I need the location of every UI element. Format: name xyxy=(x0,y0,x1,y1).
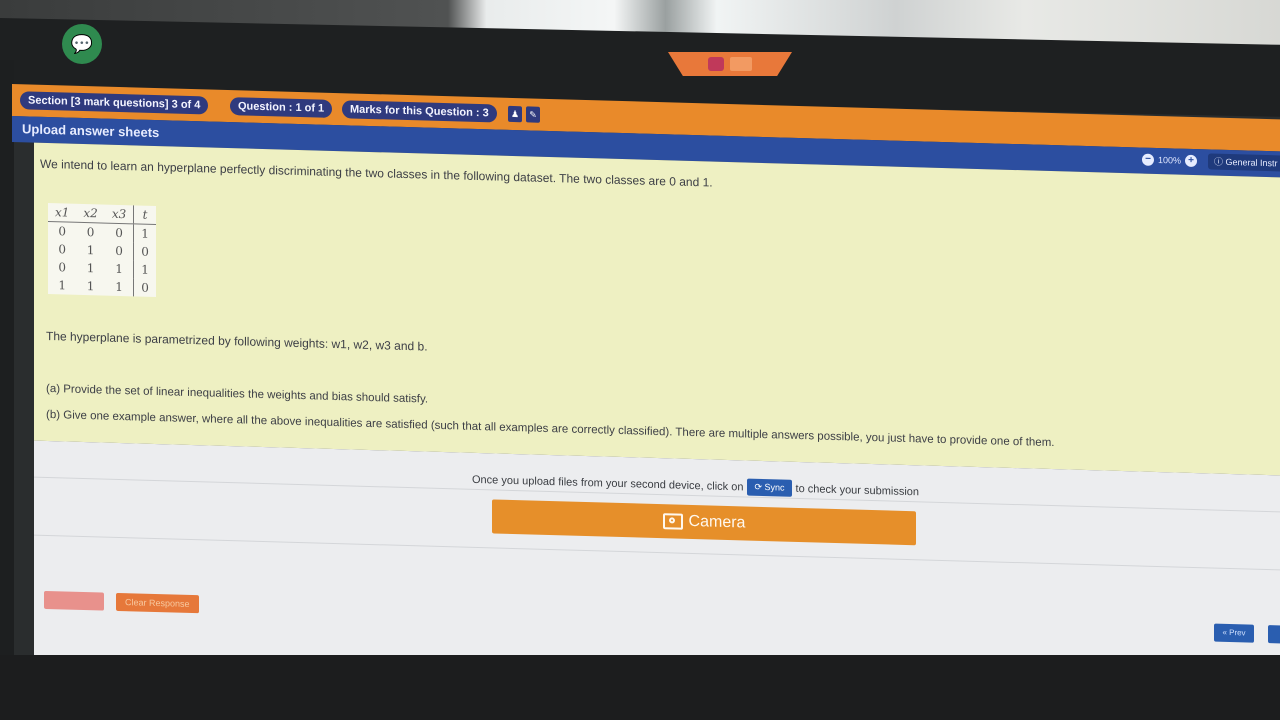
table-cell: 0 xyxy=(86,225,95,240)
monitor-bezel-bottom xyxy=(0,655,1280,720)
general-instructions-label: General Instr xyxy=(1225,156,1278,169)
camera-button[interactable]: Camera xyxy=(492,499,916,546)
mark-for-review-button[interactable] xyxy=(44,590,104,611)
zoom-in-icon[interactable]: + xyxy=(1185,154,1198,168)
sync-text-after: to check your submission xyxy=(795,482,920,498)
dataset-table: x1 x2 x3 t 0 0 0 1 0 1 0 0 0 1 1 1 1 1 1… xyxy=(48,203,156,298)
table-cell: 1 xyxy=(58,278,67,293)
weights-text: The hyperplane is parametrized by follow… xyxy=(46,328,428,354)
table-cell: 0 xyxy=(133,242,156,262)
camera-label: Camera xyxy=(688,512,746,532)
zoom-level: 100% xyxy=(1158,155,1182,166)
question-intro: We intend to learn an hyperplane perfect… xyxy=(40,156,713,190)
section-badge: Section [3 mark questions] 3 of 4 xyxy=(20,91,209,115)
camera-icon xyxy=(662,513,683,530)
table-cell: 0 xyxy=(133,278,156,298)
table-cell: 1 xyxy=(86,261,95,276)
table-cell: 0 xyxy=(115,225,123,241)
panel-title: Upload answer sheets xyxy=(22,121,160,141)
sync-button[interactable]: ⟳ Sync xyxy=(747,478,792,497)
zoom-control: − 100% + xyxy=(1142,153,1198,168)
prev-button[interactable]: « Prev xyxy=(1214,623,1254,643)
column-header: x1 xyxy=(48,203,77,223)
table-cell: 0 xyxy=(115,243,123,259)
table-cell: 0 xyxy=(58,260,67,275)
user-icon[interactable]: ♟ xyxy=(508,105,522,123)
webcam-icon xyxy=(708,57,724,71)
question-count-badge: Question : 1 of 1 xyxy=(230,97,333,118)
column-header: x2 xyxy=(76,203,105,224)
table-cell: 1 xyxy=(115,261,123,277)
chat-icon[interactable]: 💬 xyxy=(62,24,102,64)
table-cell: 1 xyxy=(86,243,95,258)
part-a-text: (a) Provide the set of linear inequaliti… xyxy=(46,382,429,406)
table-cell: 0 xyxy=(58,242,67,257)
proctoring-webcam-bar xyxy=(668,52,792,76)
table-cell: 0 xyxy=(58,224,67,239)
column-header: t xyxy=(133,205,156,225)
table-cell: 1 xyxy=(115,279,123,295)
next-button[interactable] xyxy=(1268,625,1280,644)
general-instructions-button[interactable]: ⓘ General Instr xyxy=(1208,153,1280,172)
part-b-text: (b) Give one example answer, where all t… xyxy=(46,408,1055,450)
question-panel: We intend to learn an hyperplane perfect… xyxy=(34,142,1280,476)
screen-share-icon xyxy=(730,57,752,71)
sync-label: Sync xyxy=(764,482,785,493)
table-cell: 1 xyxy=(133,223,156,244)
marks-badge: Marks for this Question : 3 xyxy=(342,100,497,123)
comment-icon[interactable]: ✎ xyxy=(526,106,540,123)
table-row: 1 1 1 0 xyxy=(48,276,156,298)
column-header: x3 xyxy=(104,204,134,224)
divider xyxy=(34,534,1280,571)
zoom-out-icon[interactable]: − xyxy=(1142,153,1154,166)
clear-response-button[interactable]: Clear Response xyxy=(116,592,199,614)
table-cell: 1 xyxy=(86,279,95,294)
exam-screen: Section [3 mark questions] 3 of 4 Questi… xyxy=(12,84,1280,696)
table-cell: 1 xyxy=(133,260,156,280)
